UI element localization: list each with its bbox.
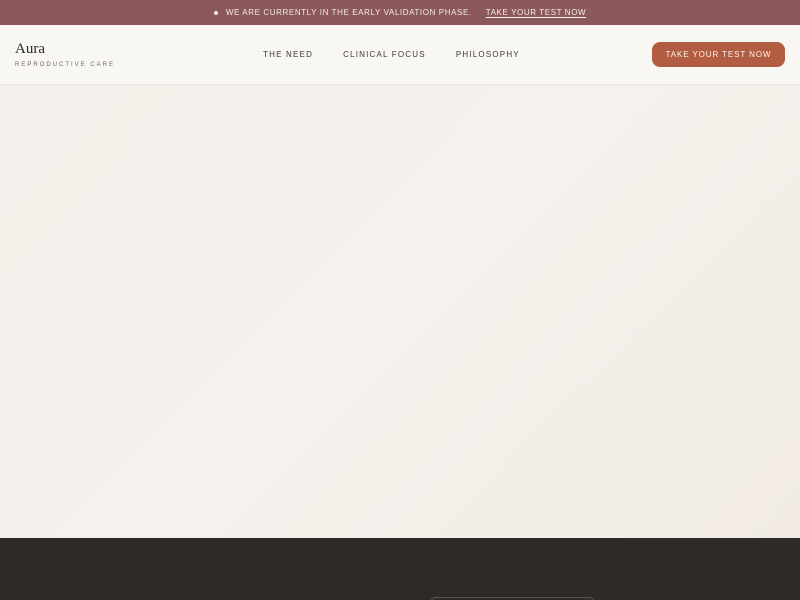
brand-logo[interactable]: Aura Reproductive Care — [15, 40, 115, 68]
site-header: Aura Reproductive Care The Need Clinical… — [0, 25, 800, 85]
main-nav: The Need Clinical Focus Philosophy — [263, 50, 520, 60]
announcement-cta-link[interactable]: Take your test now — [486, 8, 586, 17]
hero-section — [0, 86, 800, 538]
brand-name: Aura — [15, 41, 45, 57]
dark-section — [0, 538, 800, 600]
bullet-icon — [213, 10, 218, 15]
brand-tagline: Reproductive Care — [15, 62, 116, 68]
announcement-message: We are currently in the early validation… — [225, 8, 472, 17]
nav-item-clinical-focus[interactable]: Clinical Focus — [343, 50, 426, 60]
nav-item-the-need[interactable]: The Need — [263, 50, 313, 60]
announcement-bar: We are currently in the early validation… — [0, 0, 800, 25]
nav-item-philosophy[interactable]: Philosophy — [456, 50, 520, 60]
take-test-button[interactable]: Take your test now — [652, 42, 785, 67]
